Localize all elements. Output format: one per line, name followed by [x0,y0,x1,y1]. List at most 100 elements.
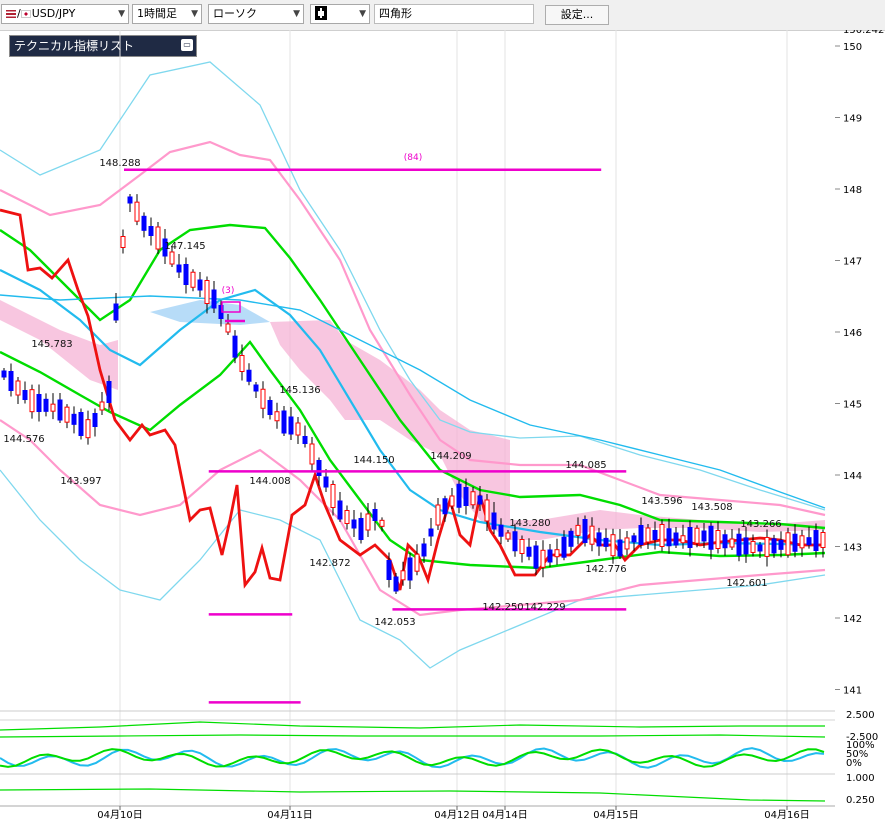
time-tick-label: 04月12日 [434,809,479,821]
candle [1,370,7,378]
chevron-down-icon: ▼ [293,9,300,19]
price-label: 142.776 [585,564,626,575]
candle [267,400,273,415]
candle [512,531,518,552]
annotation-label: (3) [222,286,235,296]
price-chart[interactable]: (84) (3) 148.288 147.145 145.783 144.576 143.9… [0,30,885,823]
price-label: 145.136 [279,385,320,396]
candle [519,539,525,554]
time-tick-label: 04月14日 [482,809,527,821]
oscillator-panel: 2.500-2.500100%50%0%1.0000.250 [0,710,878,806]
candle [302,436,308,444]
candle [526,546,532,557]
candle [596,532,602,547]
candle [645,527,651,543]
time-axis: 04月10日 04月11日 04月12日 04月14日 04月15日 04月16日 [0,805,835,821]
price-label: 144.008 [249,476,290,487]
candle [694,527,700,544]
candle [659,524,665,547]
candle [449,495,455,507]
chart-style-select[interactable]: ローソク ▼ [208,4,304,24]
candle [183,264,189,285]
time-tick-label: 04月11日 [267,809,312,821]
timeframe-select[interactable]: 1時間足 ▼ [132,4,202,24]
candle [547,549,553,563]
price-label: 143.508 [691,502,732,513]
candle [78,412,84,436]
price-label: 148.288 [99,158,140,169]
candle [477,495,483,505]
candle [505,532,511,540]
candle [820,532,826,548]
price-tick-label: 142 [843,614,862,625]
time-tick-label: 04月15日 [593,809,638,821]
candle [463,487,469,506]
candle [722,534,728,549]
chart-style-label: ローソク [213,7,257,20]
candle [288,416,294,435]
candle [141,215,147,231]
settings-button[interactable]: 設定... [545,5,609,25]
candle [708,525,714,550]
chevron-down-icon: ▼ [191,9,198,19]
candle [603,537,609,547]
candle [617,539,623,557]
candle [379,519,385,527]
candle [260,388,266,409]
bollinger-inner-lower [0,419,826,617]
candle [176,264,182,273]
candle [540,549,546,568]
candle [813,530,819,552]
drawing-tool-field[interactable]: 四角形 [374,4,534,24]
price-tick-label: 149 [843,114,862,125]
price-tick-label: 150.242 [843,30,884,36]
oscillator-tick-label: 0% [846,758,862,769]
price-tick-label: 148 [843,185,862,196]
candle [64,406,70,423]
chevron-down-icon: ▼ [359,9,366,19]
ichimoku-cloud-blue [150,300,270,325]
candle [785,532,791,556]
candle [736,533,742,556]
chevron-down-icon: ▼ [118,9,125,19]
candle [190,271,196,288]
candle [421,543,427,557]
price-axis: 150.242 150 149 148 147 146 145 144 143 142 141 [835,30,884,697]
candle [386,560,392,580]
candle [71,413,77,425]
volatility-line [0,788,826,802]
candle [351,519,357,529]
candle [99,401,105,411]
candle [29,389,35,413]
price-tick-label: 143 [843,543,862,554]
candle [435,504,441,526]
candle [666,528,672,547]
candle [120,236,126,248]
candle [568,530,574,547]
price-label: 142.229 [524,602,565,613]
candle [729,538,735,548]
oscillator-tick-label: 1.000 [846,773,875,784]
candle [652,530,658,540]
oscillator-line [0,734,826,738]
candle [701,530,707,542]
annotation-label: (84) [404,153,422,163]
price-label: 145.783 [31,339,72,350]
candle [253,384,259,392]
color-select[interactable]: ▼ [310,4,370,24]
candle [316,460,322,476]
candle [169,251,175,265]
candle [22,390,28,400]
candle [393,576,399,592]
jp-flag-icon [20,10,31,18]
candle [610,534,616,557]
candle [232,335,238,358]
candle [414,553,420,572]
candle [8,371,14,391]
candle [15,380,21,396]
symbol-select[interactable]: / USD/JPY ▼ [1,4,129,24]
price-label: 142.053 [374,617,415,628]
candle [113,303,119,321]
candle [799,535,805,549]
oscillator-tick-label: 2.500 [846,710,875,721]
